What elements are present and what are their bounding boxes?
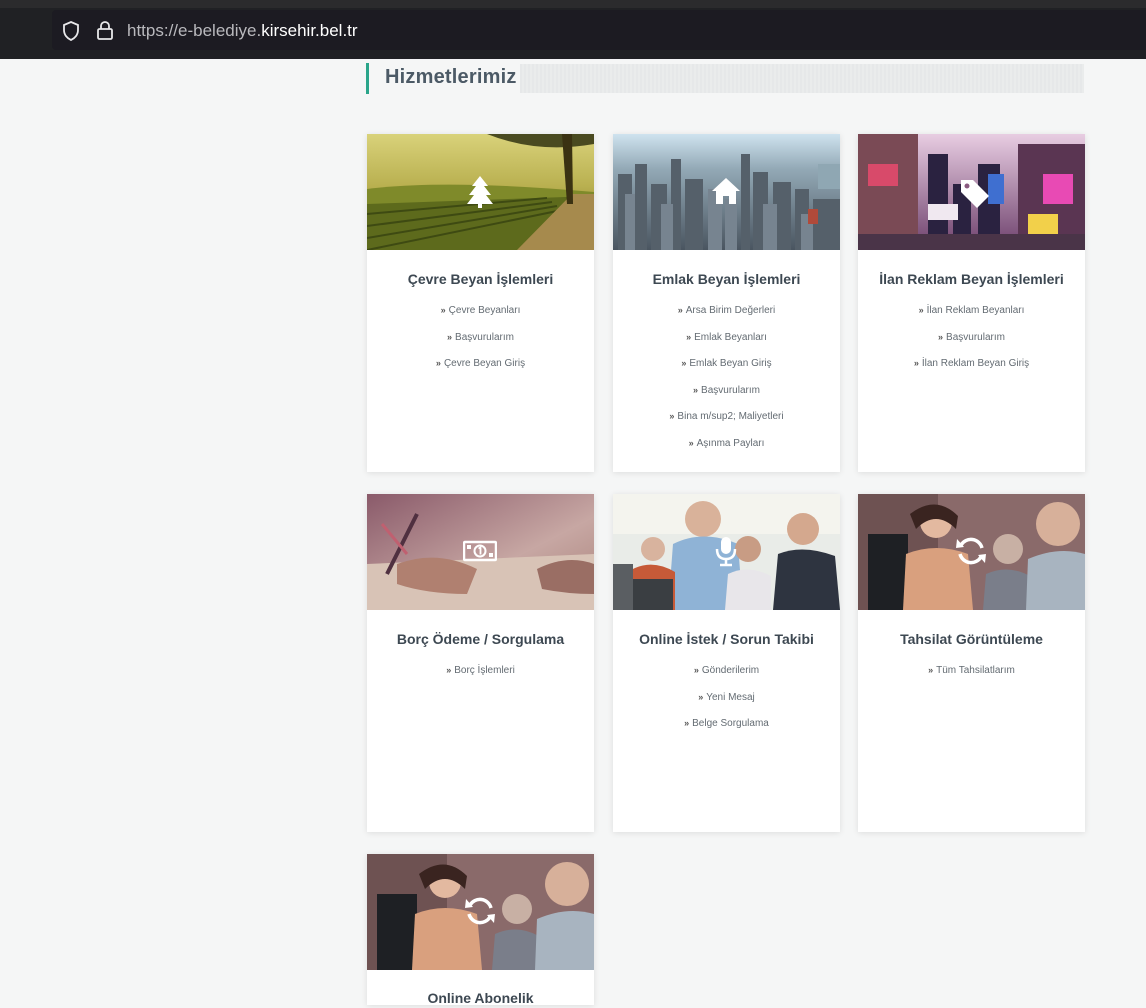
double-chevron-icon: »: [686, 331, 692, 342]
card-link[interactable]: » Aşınma Payları: [613, 436, 840, 463]
card-link[interactable]: » Emlak Beyan Giriş: [613, 356, 840, 383]
double-chevron-icon: »: [938, 331, 944, 342]
card-borc[interactable]: Borç Ödeme / Sorgulama » Borç İşlemleri: [367, 494, 594, 832]
link-label: Çevre Beyan Giriş: [443, 358, 526, 369]
card-link[interactable]: » Bina m/sup2; Maliyetleri: [613, 409, 840, 436]
card-cevre[interactable]: Çevre Beyan İşlemleri » Çevre Beyanları »…: [367, 134, 594, 472]
money-icon: [463, 540, 497, 562]
link-label: Başvurularım: [946, 331, 1005, 343]
card-link[interactable]: » Çevre Beyanları: [367, 303, 594, 330]
card-link[interactable]: » Tüm Tahsilatlarım: [858, 663, 1085, 690]
card-link-list: » Borç İşlemleri: [367, 663, 594, 690]
card-image: [613, 494, 840, 610]
link-label: Başvurularım: [455, 331, 514, 343]
double-chevron-icon: »: [446, 665, 452, 675]
refresh-icon: [465, 897, 495, 925]
card-link[interactable]: » İlan Reklam Beyan Giriş: [858, 356, 1085, 383]
link-label: Yeni Mesaj: [706, 691, 755, 703]
link-label: Emlak Beyanları: [694, 331, 767, 343]
link-label: Aşınma Payları: [696, 437, 765, 449]
card-ilan-reklam[interactable]: İlan Reklam Beyan İşlemleri » İlan Reklam…: [858, 134, 1085, 472]
url-text[interactable]: https://e-belediye.kirsehir.bel.tr: [127, 21, 358, 41]
link-label: Başvurularım: [701, 384, 760, 396]
link-label: Arsa Birim Değerleri: [685, 305, 776, 316]
card-image: [367, 134, 594, 250]
link-label: Gönderilerim: [701, 665, 760, 676]
browser-toolbar: https://e-belediye.kirsehir.bel.tr: [0, 0, 1146, 59]
card-title[interactable]: Emlak Beyan İşlemleri: [613, 271, 840, 289]
card-title[interactable]: Çevre Beyan İşlemleri: [367, 271, 594, 289]
card-link-list: » İlan Reklam Beyanları » Başvurularım » İl…: [858, 303, 1085, 383]
card-image: [858, 134, 1085, 250]
double-chevron-icon: »: [928, 665, 934, 675]
card-online-istek[interactable]: Online İstek / Sorun Takibi » Gönderileri…: [613, 494, 840, 832]
lock-icon[interactable]: [96, 20, 114, 40]
card-link-list: » Çevre Beyanları » Başvurularım » Çevre Be…: [367, 303, 594, 383]
card-link-list: » Gönderilerim » Yeni Mesaj » Belge Sorgula…: [613, 663, 840, 743]
card-image: [367, 854, 594, 970]
section-header: Hizmetlerimiz: [366, 63, 1084, 95]
tag-icon: [961, 180, 989, 208]
card-link[interactable]: » Başvurularım: [613, 383, 840, 410]
double-chevron-icon: »: [693, 384, 699, 395]
card-title[interactable]: Online İstek / Sorun Takibi: [613, 631, 840, 649]
double-chevron-icon: »: [440, 305, 446, 315]
double-chevron-icon: »: [698, 691, 704, 702]
double-chevron-icon: »: [693, 665, 699, 675]
link-label: Bina m/sup2; Maliyetleri: [677, 411, 784, 422]
double-chevron-icon: »: [435, 358, 441, 368]
card-link[interactable]: » Çevre Beyan Giriş: [367, 356, 594, 383]
tree-icon: [467, 176, 493, 208]
card-image: [367, 494, 594, 610]
home-icon: [712, 178, 740, 204]
refresh-icon: [956, 537, 986, 565]
card-title[interactable]: Online Abonelik: [367, 990, 594, 1008]
link-label: Belge Sorgulama: [692, 718, 769, 729]
link-label: İlan Reklam Beyan Giriş: [921, 358, 1030, 369]
card-link[interactable]: » Emlak Beyanları: [613, 330, 840, 357]
section-title: Hizmetlerimiz: [385, 66, 517, 88]
double-chevron-icon: »: [669, 411, 675, 421]
card-link[interactable]: » Başvurularım: [367, 330, 594, 357]
double-chevron-icon: »: [918, 305, 924, 315]
link-label: Çevre Beyanları: [448, 305, 521, 316]
card-link-list: » Tüm Tahsilatlarım: [858, 663, 1085, 690]
card-link[interactable]: » Belge Sorgulama: [613, 716, 840, 743]
section-divider: [520, 64, 1084, 93]
card-link[interactable]: » Başvurularım: [858, 330, 1085, 357]
card-link[interactable]: » Yeni Mesaj: [613, 690, 840, 717]
card-title[interactable]: Borç Ödeme / Sorgulama: [367, 631, 594, 649]
double-chevron-icon: »: [677, 305, 683, 315]
card-link[interactable]: » Gönderilerim: [613, 663, 840, 690]
link-label: İlan Reklam Beyanları: [926, 305, 1025, 316]
card-image: [613, 134, 840, 250]
card-link-list: » Arsa Birim Değerleri » Emlak Beyanları »…: [613, 303, 840, 462]
card-link[interactable]: » Arsa Birim Değerleri: [613, 303, 840, 330]
card-title[interactable]: Tahsilat Görüntüleme: [858, 631, 1085, 649]
link-label: Borç İşlemleri: [454, 665, 515, 676]
card-online-abonelik[interactable]: Online Abonelik: [367, 854, 594, 1008]
shield-icon[interactable]: [62, 21, 80, 41]
double-chevron-icon: »: [688, 437, 694, 448]
microphone-icon: [715, 537, 737, 567]
card-title[interactable]: İlan Reklam Beyan İşlemleri: [858, 271, 1085, 289]
link-label: Tüm Tahsilatlarım: [936, 665, 1015, 676]
double-chevron-icon: »: [913, 358, 919, 368]
section-accent-bar: [366, 63, 369, 94]
url-host: kirsehir.bel.tr: [261, 21, 358, 40]
card-link[interactable]: » İlan Reklam Beyanları: [858, 303, 1085, 330]
card-link[interactable]: » Borç İşlemleri: [367, 663, 594, 690]
card-tahsilat[interactable]: Tahsilat Görüntüleme » Tüm Tahsilatlarım: [858, 494, 1085, 832]
url-prefix: https://e-belediye.: [127, 21, 262, 40]
double-chevron-icon: »: [684, 718, 690, 728]
card-emlak[interactable]: Emlak Beyan İşlemleri » Arsa Birim Değerl…: [613, 134, 840, 472]
tab-strip: [0, 0, 1146, 8]
card-image: [858, 494, 1085, 610]
link-label: Emlak Beyan Giriş: [689, 358, 772, 369]
double-chevron-icon: »: [447, 331, 453, 342]
double-chevron-icon: »: [681, 358, 687, 368]
